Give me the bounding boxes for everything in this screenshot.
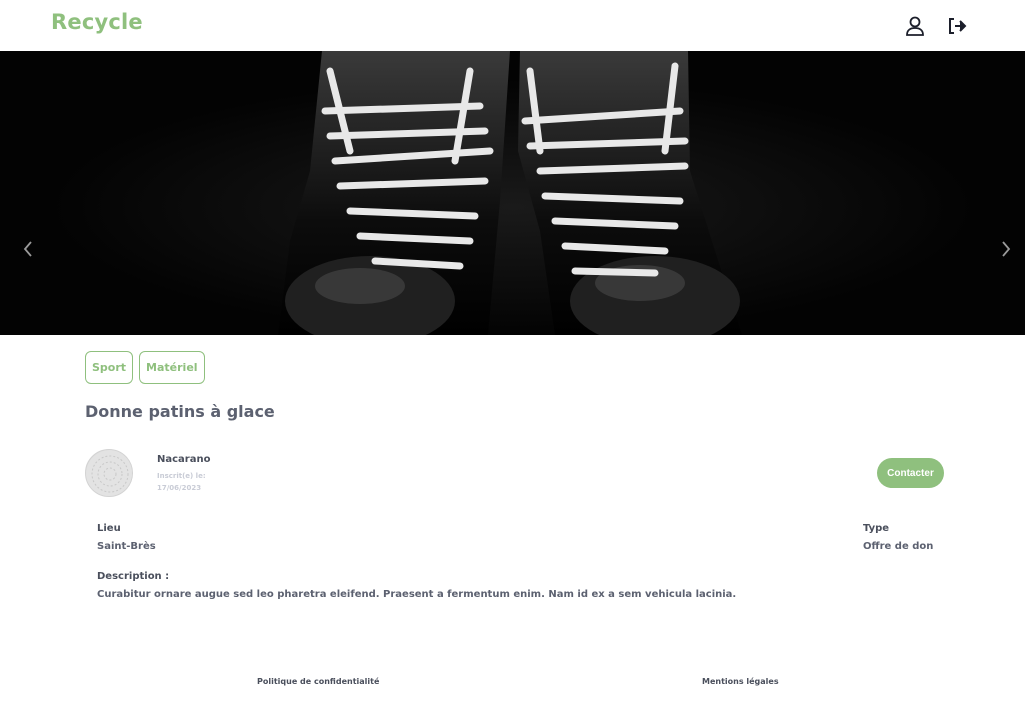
type-value: Offre de don (863, 541, 934, 552)
top-navbar: Recycle (0, 0, 1025, 51)
contact-button[interactable]: Contacter (877, 458, 944, 488)
registration-date: 17/06/2023 (157, 484, 202, 492)
chevron-right-icon[interactable] (998, 237, 1014, 261)
tag-materiel[interactable]: Matériel (139, 351, 205, 384)
registration-label: Inscrit(e) le: (157, 472, 206, 480)
image-carousel[interactable] (0, 51, 1025, 335)
registration-info: Inscrit(e) le: 17/06/2023 (157, 470, 217, 494)
tag-sport[interactable]: Sport (85, 351, 134, 384)
category-tags: Sport Matériel (85, 351, 205, 384)
description-text: Curabitur ornare augue sed leo pharetra … (97, 589, 737, 600)
listing-title: Donne patins à glace (85, 402, 275, 421)
app-logo[interactable]: Recycle (51, 10, 143, 34)
description-label: Description : (97, 571, 170, 582)
legal-notice-link[interactable]: Mentions légales (702, 677, 779, 686)
chevron-left-icon[interactable] (20, 237, 36, 261)
avatar[interactable] (85, 449, 133, 497)
location-value: Saint-Brès (97, 541, 156, 552)
logout-icon[interactable] (945, 14, 969, 38)
privacy-policy-link[interactable]: Politique de confidentialité (257, 677, 379, 686)
user-name: Nacarano (157, 454, 211, 465)
location-label: Lieu (97, 523, 121, 534)
type-label: Type (863, 523, 890, 534)
listing-photo (0, 51, 1025, 335)
user-icon[interactable] (903, 14, 927, 38)
